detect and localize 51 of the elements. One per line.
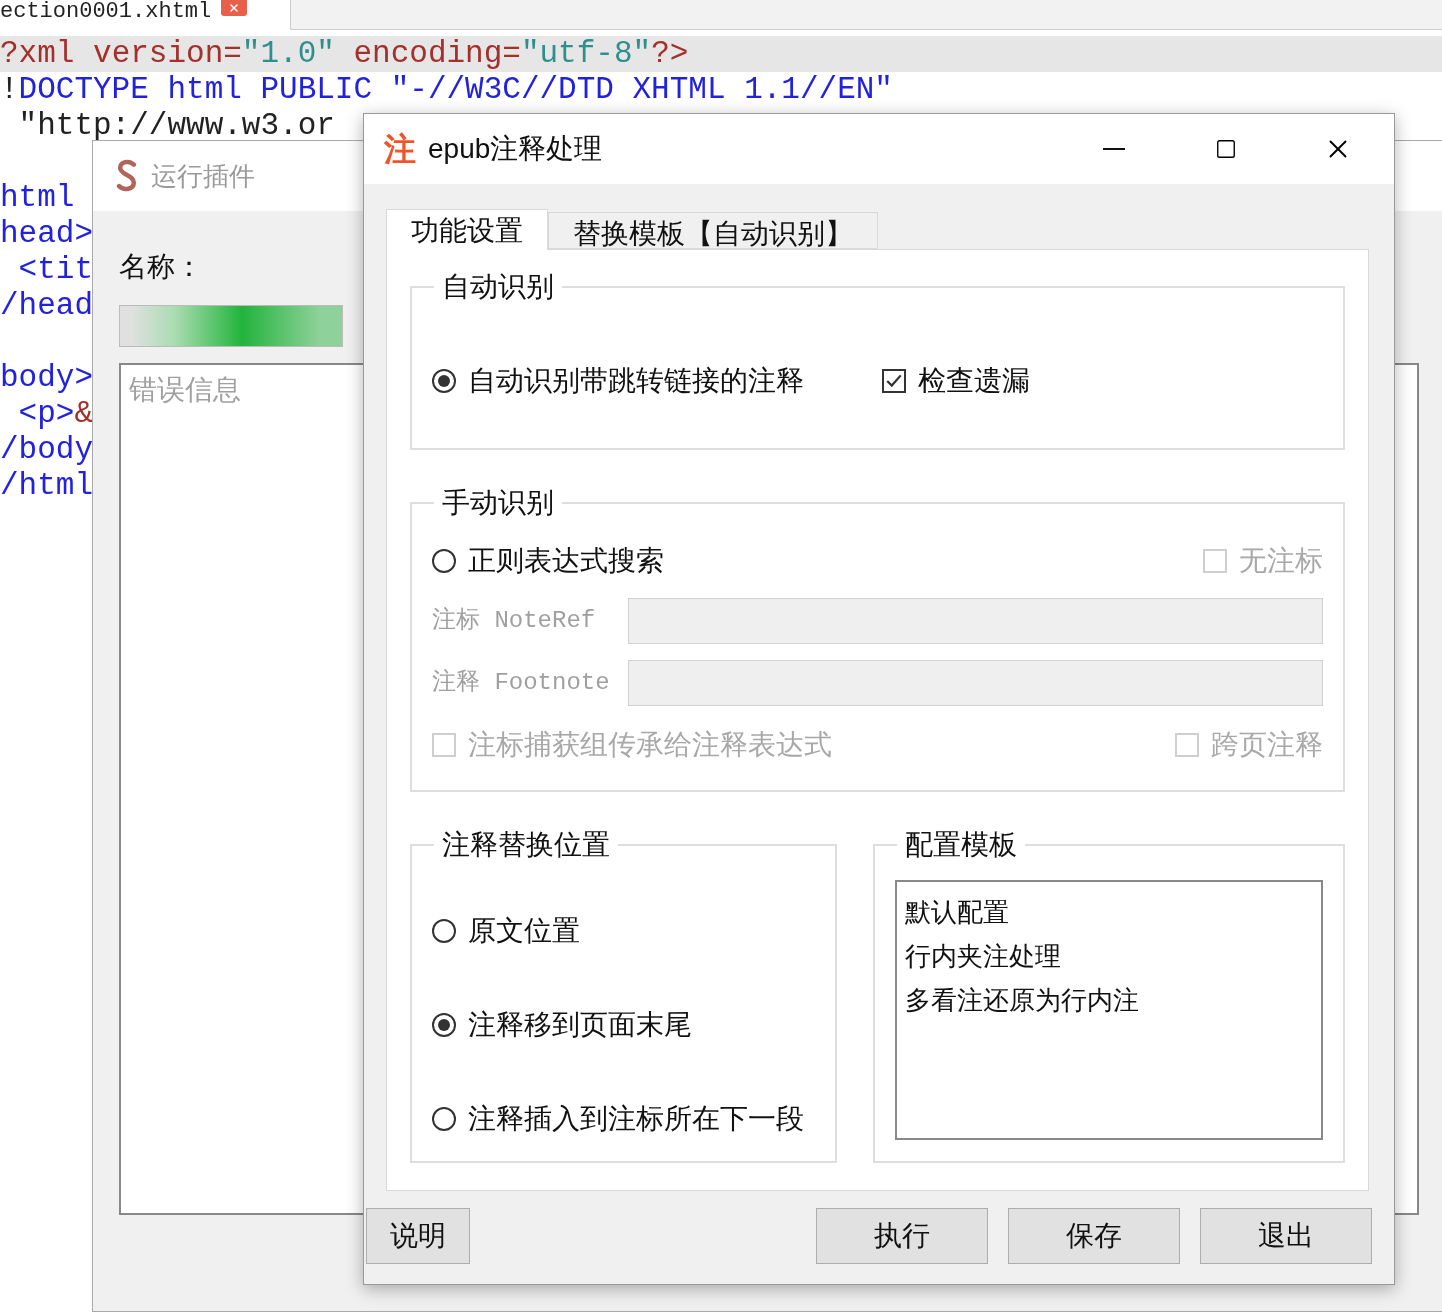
option-label: 自动识别带跳转链接的注释 — [468, 364, 804, 398]
group-title: 注释替换位置 — [441, 828, 611, 862]
dialog-button[interactable]: 保存 — [1008, 1208, 1180, 1264]
code-line: body> — [0, 360, 93, 395]
field-label: 注释 Footnote — [432, 668, 611, 698]
dialog-button[interactable]: 退出 — [1200, 1208, 1372, 1264]
maximize-icon — [1215, 138, 1237, 160]
app-logo-icon — [115, 159, 139, 193]
list-item[interactable]: 默认配置 — [904, 890, 1313, 934]
checkbox[interactable] — [882, 369, 906, 393]
radio-button[interactable] — [432, 919, 456, 943]
radio-button[interactable] — [432, 1013, 456, 1037]
list-item[interactable]: 多看注还原为行内注 — [904, 978, 1313, 1022]
code-line: html — [0, 180, 75, 215]
option-label: 无注标 — [1239, 544, 1323, 578]
option-label: 注释移到页面末尾 — [468, 1008, 692, 1042]
placeholder-text: 错误信息 — [129, 374, 241, 405]
dialog-button[interactable]: 执行 — [816, 1208, 988, 1264]
radio-button[interactable] — [432, 369, 456, 393]
code-line: /html — [0, 468, 93, 503]
group-title: 自动识别 — [441, 270, 555, 304]
window-title: epub注释处理 — [428, 132, 603, 166]
code-line: head> — [0, 216, 93, 251]
code-line: /head — [0, 288, 93, 323]
code-line: "http://www.w3.or — [17, 108, 335, 143]
option-label: 正则表达式搜索 — [468, 544, 664, 578]
file-tab-label: ection0001.xhtml — [0, 0, 212, 24]
code-line: <p>& — [17, 396, 94, 431]
option-label: 注释插入到注标所在下一段 — [468, 1102, 804, 1136]
dialog-button[interactable]: 说明 — [366, 1208, 470, 1264]
window-title: 运行插件 — [151, 159, 255, 193]
app-logo-icon: 注 — [384, 125, 416, 173]
option-label: 注标捕获组传承给注释表达式 — [468, 728, 832, 762]
option-label: 检查遗漏 — [918, 364, 1030, 398]
code-line: /body — [0, 432, 93, 467]
radio-button[interactable] — [432, 549, 456, 573]
radio-button[interactable] — [432, 1107, 456, 1131]
option-label: 原文位置 — [468, 914, 580, 948]
close-icon[interactable] — [221, 0, 248, 16]
list-item[interactable]: 行内夹注处理 — [904, 934, 1313, 978]
name-label: 名称： — [119, 250, 204, 284]
field-label: 注标 NoteRef — [432, 606, 597, 636]
group-title: 配置模板 — [903, 828, 1018, 862]
tab[interactable]: 替换模板【自动识别】 — [548, 212, 878, 249]
minimize-icon — [1103, 148, 1125, 150]
tab[interactable]: 功能设置 — [386, 209, 548, 250]
code-line: !DOCTYPE html PUBLIC "-//W3C//DTD XHTML 1.1//EN" — [0, 72, 893, 107]
option-label: 跨页注释 — [1211, 728, 1323, 762]
code-line: ?xml version="1.0" encoding="utf-8"?> — [0, 36, 689, 71]
code-line: <tit — [17, 252, 93, 287]
group-title: 手动识别 — [441, 486, 555, 520]
